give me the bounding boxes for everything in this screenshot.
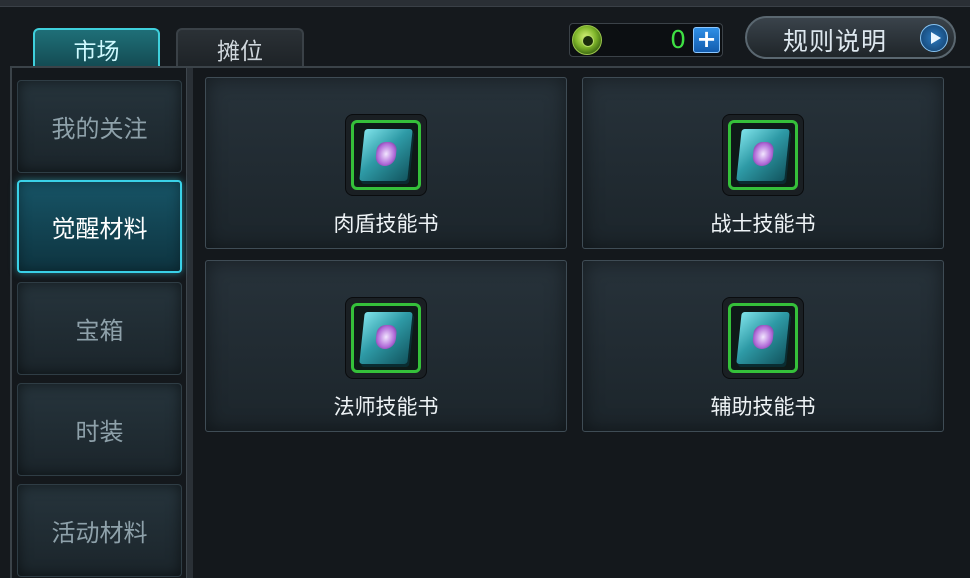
item-icon-frame [722, 114, 804, 196]
sidebar-item-treasure-chest[interactable]: 宝箱 [17, 282, 182, 375]
item-card-label: 肉盾技能书 [333, 212, 439, 236]
currency-value: 0 [670, 25, 686, 54]
item-card-support-skill-book[interactable]: 辅助技能书 [582, 260, 944, 432]
book-icon [359, 129, 413, 181]
book-icon [736, 129, 790, 181]
item-card-tank-skill-book[interactable]: 肉盾技能书 [205, 77, 567, 249]
play-arrow-icon [920, 24, 948, 52]
tab-stall[interactable]: 摊位 [176, 28, 304, 68]
sidebar-item-label: 活动材料 [51, 519, 148, 547]
sidebar-item-label: 我的关注 [51, 115, 148, 143]
item-card-mage-skill-book[interactable]: 法师技能书 [205, 260, 567, 432]
plus-icon: + [696, 25, 717, 53]
top-strip [0, 0, 970, 7]
sidebar-item-fashion[interactable]: 时装 [17, 383, 182, 476]
currency-display: 0 + [569, 23, 723, 57]
helmet-emblem-icon [751, 142, 775, 166]
skill-book-icon [351, 120, 421, 190]
rules-button-label: 规则说明 [783, 27, 888, 56]
book-icon [359, 312, 413, 364]
item-card-label: 辅助技能书 [710, 395, 816, 419]
rules-button[interactable]: 规则说明 [745, 16, 956, 59]
yinyang-emblem-icon [751, 325, 775, 349]
sidebar-item-event-materials[interactable]: 活动材料 [17, 484, 182, 577]
item-card-label: 法师技能书 [333, 395, 439, 419]
item-card-label: 战士技能书 [710, 212, 816, 236]
skill-book-icon [351, 303, 421, 373]
shield-emblem-icon [374, 142, 398, 166]
sidebar-item-label: 觉醒材料 [51, 215, 148, 243]
item-icon-frame [722, 297, 804, 379]
book-icon [736, 312, 790, 364]
add-currency-button[interactable]: + [693, 27, 720, 53]
jade-coin-icon [572, 25, 602, 55]
sidebar-item-awakening-materials[interactable]: 觉醒材料 [17, 180, 182, 273]
sidebar-item-label: 宝箱 [75, 317, 124, 345]
item-icon-frame [345, 114, 427, 196]
tab-stall-label: 摊位 [217, 39, 263, 65]
tab-market-label: 市场 [73, 39, 120, 65]
sidebar-item-my-follows[interactable]: 我的关注 [17, 80, 182, 173]
item-icon-frame [345, 297, 427, 379]
skill-book-icon [728, 303, 798, 373]
tab-market[interactable]: 市场 [33, 28, 160, 68]
item-card-warrior-skill-book[interactable]: 战士技能书 [582, 77, 944, 249]
skill-book-icon [728, 120, 798, 190]
sidebar-item-label: 时装 [75, 418, 124, 446]
flame-emblem-icon [374, 325, 398, 349]
panel-divider [186, 68, 193, 578]
